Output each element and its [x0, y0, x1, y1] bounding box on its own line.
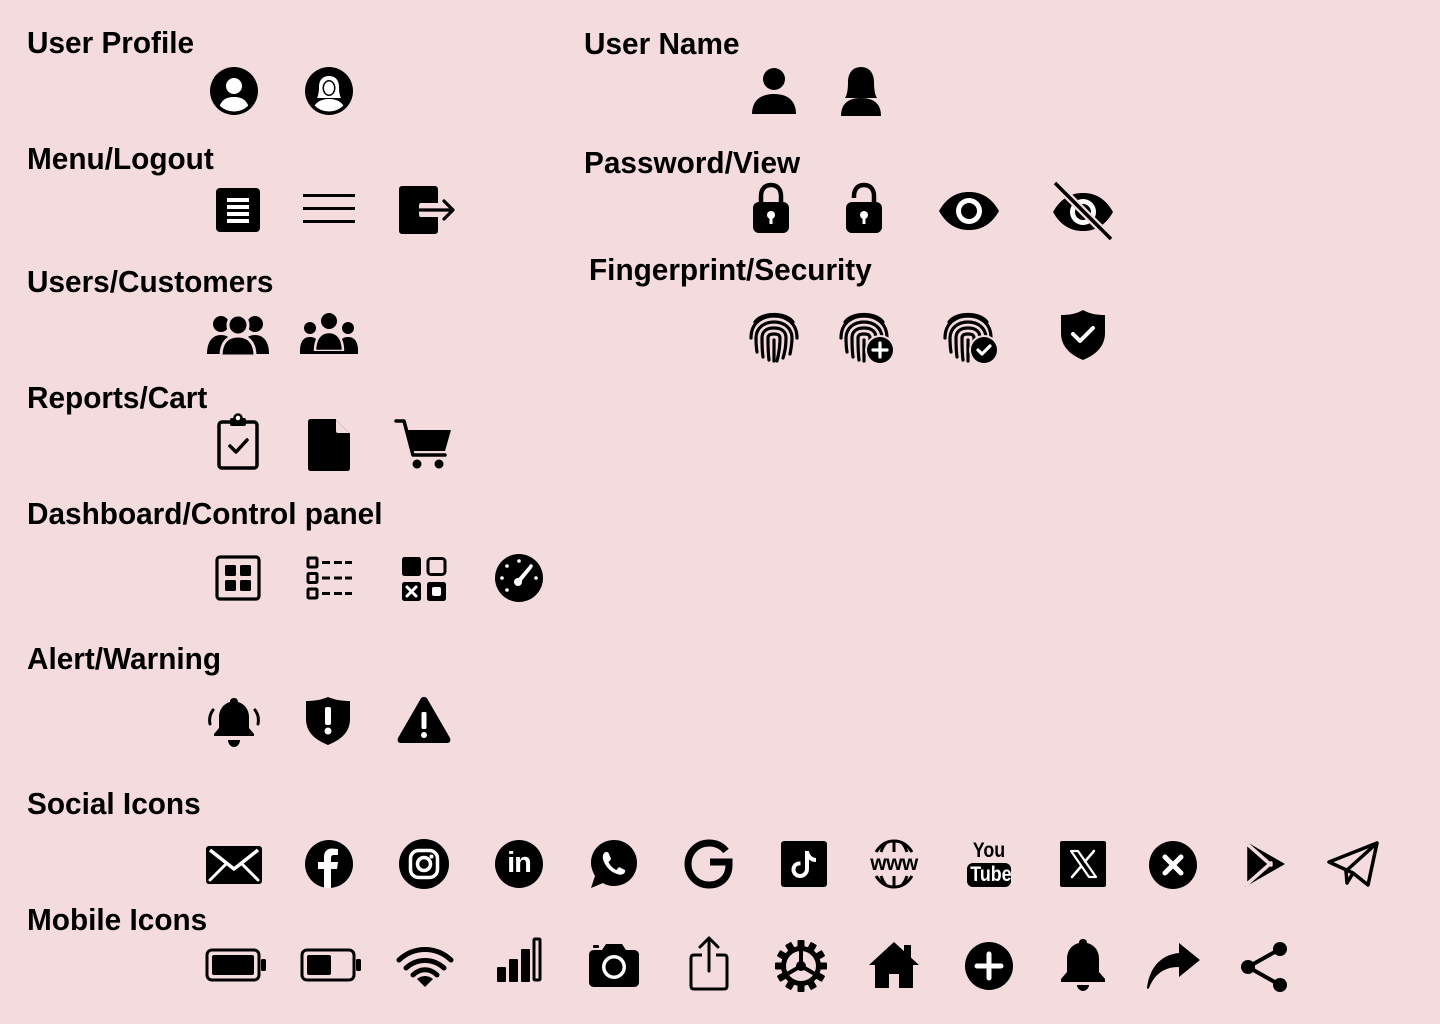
- home-icon[interactable]: [868, 941, 920, 989]
- x-twitter-icon[interactable]: [1060, 841, 1106, 887]
- lock-closed-icon[interactable]: [752, 182, 790, 234]
- notification-bell-icon[interactable]: [1059, 938, 1107, 992]
- logout-icon[interactable]: [398, 185, 456, 235]
- label-mobile-icons: Mobile Icons: [27, 902, 208, 937]
- bell-ringing-icon[interactable]: [206, 694, 262, 750]
- shopping-cart-icon[interactable]: [394, 417, 453, 471]
- hamburger-menu-icon[interactable]: [302, 190, 356, 228]
- customers-group-icon[interactable]: [299, 311, 359, 355]
- instagram-icon[interactable]: [398, 838, 450, 890]
- eye-icon[interactable]: [937, 190, 1001, 232]
- fingerprint-add-icon[interactable]: [836, 308, 898, 366]
- google-play-icon[interactable]: [1241, 839, 1287, 889]
- label-user-name: User Name: [584, 26, 740, 61]
- share-nodes-icon[interactable]: [1238, 941, 1290, 993]
- clipboard-check-icon[interactable]: [216, 413, 260, 470]
- youtube-icon[interactable]: You Tube: [965, 839, 1013, 889]
- user-circle-icon[interactable]: [209, 66, 259, 116]
- label-reports-cart: Reports/Cart: [27, 380, 208, 415]
- user-circle-female-icon[interactable]: [304, 66, 354, 116]
- share-upload-icon[interactable]: [689, 935, 729, 991]
- label-user-profile: User Profile: [27, 25, 195, 60]
- wifi-icon[interactable]: [396, 944, 454, 988]
- shield-alert-icon[interactable]: [304, 696, 352, 746]
- signal-bars-icon[interactable]: [496, 937, 542, 983]
- whatsapp-icon[interactable]: [589, 838, 639, 890]
- fingerprint-check-icon[interactable]: [940, 308, 1002, 366]
- lock-open-icon[interactable]: [845, 182, 883, 234]
- user-icon[interactable]: [751, 66, 797, 116]
- youtube-tube-box: Tube: [967, 863, 1012, 887]
- google-icon[interactable]: [683, 838, 735, 890]
- youtube-text-top: You: [972, 839, 1006, 862]
- website-icon[interactable]: www: [867, 838, 921, 890]
- control-panel-icon[interactable]: [400, 555, 448, 603]
- gauge-icon[interactable]: [494, 553, 544, 603]
- checklist-icon[interactable]: [305, 555, 353, 601]
- close-circle-icon[interactable]: [1148, 840, 1198, 890]
- fingerprint-icon[interactable]: [746, 308, 802, 364]
- website-text: www: [870, 852, 918, 875]
- tiktok-icon[interactable]: [781, 841, 827, 887]
- linkedin-text: in: [507, 847, 532, 879]
- label-menu-logout: Menu/Logout: [27, 141, 214, 176]
- dashboard-grid-icon[interactable]: [215, 555, 261, 601]
- label-users-customers: Users/Customers: [27, 264, 274, 299]
- document-list-icon[interactable]: [215, 187, 261, 233]
- forward-arrow-icon[interactable]: [1145, 942, 1201, 990]
- label-dashboard: Dashboard/Control panel: [27, 496, 383, 531]
- eye-slash-icon[interactable]: [1051, 180, 1115, 243]
- label-password-view: Password/View: [584, 145, 801, 180]
- settings-gear-icon[interactable]: [774, 939, 828, 993]
- facebook-icon[interactable]: [304, 839, 354, 889]
- label-social-icons: Social Icons: [27, 786, 201, 821]
- camera-icon[interactable]: [587, 942, 641, 988]
- email-icon[interactable]: [205, 845, 263, 885]
- label-alert-warning: Alert/Warning: [27, 641, 221, 676]
- add-circle-icon[interactable]: [964, 941, 1014, 991]
- battery-half-icon[interactable]: [300, 948, 362, 982]
- shield-check-icon[interactable]: [1059, 309, 1107, 361]
- youtube-text-bottom: Tube: [970, 863, 1012, 886]
- battery-full-icon[interactable]: [205, 948, 267, 982]
- user-female-icon[interactable]: [840, 66, 882, 118]
- users-icon[interactable]: [206, 312, 270, 358]
- label-fingerprint-security: Fingerprint/Security: [589, 252, 872, 287]
- telegram-icon[interactable]: [1326, 840, 1380, 888]
- file-icon[interactable]: [307, 418, 351, 472]
- warning-triangle-icon[interactable]: [396, 695, 452, 745]
- linkedin-icon[interactable]: in: [495, 840, 543, 888]
